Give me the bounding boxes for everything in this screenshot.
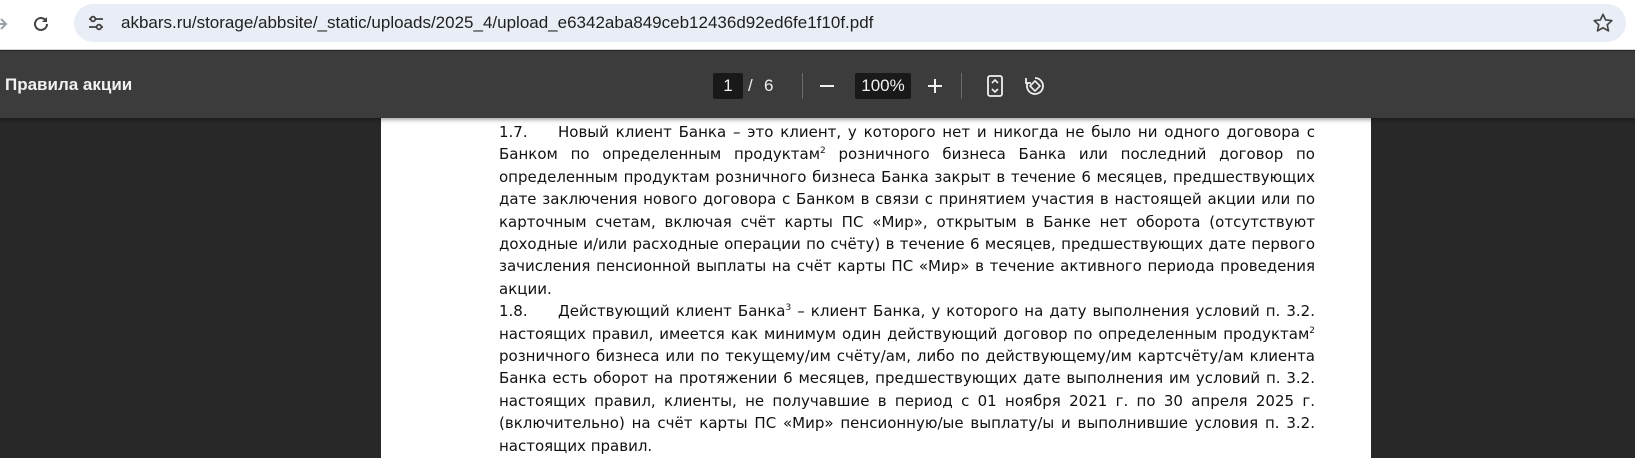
bookmark-button[interactable]	[1592, 12, 1614, 34]
page-text: 1.7. Новый клиент Банка – это клиент, у к…	[499, 121, 1315, 457]
clause-text: розничного бизнеса или по текущему/им сч…	[499, 347, 1315, 455]
bookmark-star-icon	[1593, 13, 1613, 32]
document-title: Правила акции	[5, 75, 133, 94]
reload-button[interactable]	[24, 7, 58, 41]
total-pages: 6	[764, 76, 774, 95]
pdf-viewer[interactable]: 1.7. Новый клиент Банка – это клиент, у к…	[0, 118, 1635, 458]
clause-text: Действующий клиент Банка	[558, 302, 786, 321]
rotate-button[interactable]	[1020, 71, 1050, 101]
forward-arrow-icon	[0, 18, 8, 30]
zoom-out-button[interactable]	[812, 71, 842, 101]
fit-page-button[interactable]	[980, 71, 1010, 101]
page-number-input[interactable]: 1	[713, 73, 743, 99]
address-bar[interactable]: akbars.ru/storage/abbsite/_static/upload…	[74, 4, 1626, 42]
site-info-icon	[89, 15, 103, 31]
rotate-icon	[1025, 77, 1044, 95]
fit-page-icon	[987, 75, 1003, 97]
zoom-level-input[interactable]: 100%	[855, 73, 911, 99]
clause-1-8: 1.8. Действующий клиент Банка3 – клиент Б…	[499, 300, 1315, 457]
clause-number: 1.7.	[499, 123, 528, 141]
clause-text: розничного бизнеса Банка или последний д…	[499, 145, 1315, 298]
url-text[interactable]: akbars.ru/storage/abbsite/_static/upload…	[121, 4, 873, 42]
forward-button[interactable]	[0, 7, 17, 41]
browser-toolbar: akbars.ru/storage/abbsite/_static/upload…	[0, 0, 1635, 50]
site-info-button[interactable]	[86, 13, 106, 33]
reload-icon	[34, 16, 48, 31]
pdf-page: 1.7. Новый клиент Банка – это клиент, у к…	[381, 118, 1371, 458]
toolbar-divider	[961, 73, 962, 99]
zoom-in-icon	[928, 79, 942, 93]
toolbar-divider	[802, 73, 803, 99]
page-separator: /	[748, 76, 753, 95]
pdf-toolbar: Правила акции 1 / 6 100%	[0, 51, 1635, 118]
clause-number: 1.8.	[499, 302, 528, 321]
clause-1-7: 1.7. Новый клиент Банка – это клиент, у к…	[499, 121, 1315, 300]
zoom-out-icon	[820, 85, 834, 87]
zoom-in-button[interactable]	[920, 71, 950, 101]
footnote-ref: 2	[1309, 325, 1315, 336]
